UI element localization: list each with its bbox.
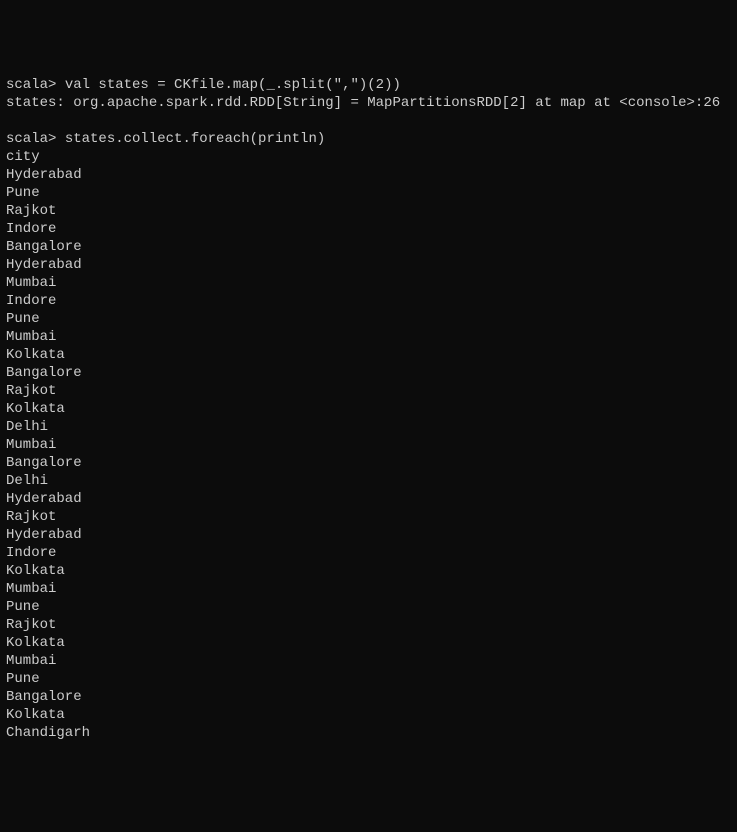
output-text: Rajkot [6, 203, 56, 219]
terminal-line-14: Mumbai [6, 328, 731, 346]
output-text: Mumbai [6, 329, 56, 345]
terminal-output[interactable]: scala> val states = CKfile.map(_.split("… [6, 76, 731, 742]
output-text: Rajkot [6, 383, 56, 399]
output-text: Indore [6, 293, 56, 309]
output-text: Chandigarh [6, 725, 90, 741]
terminal-line-23: Hyderabad [6, 490, 731, 508]
terminal-line-17: Rajkot [6, 382, 731, 400]
terminal-line-34: Bangalore [6, 688, 731, 706]
output-text: Kolkata [6, 635, 65, 651]
output-text: Kolkata [6, 563, 65, 579]
terminal-line-32: Mumbai [6, 652, 731, 670]
terminal-line-28: Mumbai [6, 580, 731, 598]
terminal-line-27: Kolkata [6, 562, 731, 580]
output-text: Indore [6, 545, 56, 561]
output-text: Hyderabad [6, 257, 82, 273]
terminal-line-6: Pune [6, 184, 731, 202]
terminal-line-35: Kolkata [6, 706, 731, 724]
scala-prompt: scala> [6, 77, 56, 93]
scala-prompt: scala> [6, 131, 56, 147]
output-text: Indore [6, 221, 56, 237]
output-text: Hyderabad [6, 491, 82, 507]
terminal-line-10: Hyderabad [6, 256, 731, 274]
terminal-line-12: Indore [6, 292, 731, 310]
command-text: states.collect.foreach(println) [56, 131, 325, 147]
terminal-line-15: Kolkata [6, 346, 731, 364]
output-text: Mumbai [6, 275, 56, 291]
terminal-line-31: Kolkata [6, 634, 731, 652]
terminal-line-33: Pune [6, 670, 731, 688]
output-text: Bangalore [6, 455, 82, 471]
output-text: city [6, 149, 40, 165]
output-text: Delhi [6, 419, 48, 435]
terminal-line-0: scala> val states = CKfile.map(_.split("… [6, 76, 731, 94]
output-text: Hyderabad [6, 167, 82, 183]
output-text: Bangalore [6, 239, 82, 255]
output-text: Mumbai [6, 437, 56, 453]
output-text: Mumbai [6, 653, 56, 669]
terminal-line-36: Chandigarh [6, 724, 731, 742]
output-text: Rajkot [6, 617, 56, 633]
terminal-line-25: Hyderabad [6, 526, 731, 544]
terminal-line-20: Mumbai [6, 436, 731, 454]
terminal-line-9: Bangalore [6, 238, 731, 256]
output-text: Kolkata [6, 707, 65, 723]
output-text: Bangalore [6, 689, 82, 705]
terminal-line-13: Pune [6, 310, 731, 328]
terminal-line-21: Bangalore [6, 454, 731, 472]
terminal-line-30: Rajkot [6, 616, 731, 634]
terminal-line-4: city [6, 148, 731, 166]
terminal-line-8: Indore [6, 220, 731, 238]
terminal-line-7: Rajkot [6, 202, 731, 220]
output-text: Pune [6, 671, 40, 687]
output-text: Pune [6, 599, 40, 615]
output-text: Hyderabad [6, 527, 82, 543]
terminal-line-24: Rajkot [6, 508, 731, 526]
output-text: Kolkata [6, 401, 65, 417]
terminal-line-26: Indore [6, 544, 731, 562]
terminal-line-29: Pune [6, 598, 731, 616]
output-text: Pune [6, 185, 40, 201]
output-text: Delhi [6, 473, 48, 489]
output-text: Pune [6, 311, 40, 327]
output-text: Bangalore [6, 365, 82, 381]
terminal-line-16: Bangalore [6, 364, 731, 382]
terminal-line-19: Delhi [6, 418, 731, 436]
terminal-line-2 [6, 112, 731, 130]
terminal-line-11: Mumbai [6, 274, 731, 292]
command-text: val states = CKfile.map(_.split(",")(2)) [56, 77, 400, 93]
terminal-line-5: Hyderabad [6, 166, 731, 184]
terminal-line-1: states: org.apache.spark.rdd.RDD[String]… [6, 94, 731, 112]
output-text: Kolkata [6, 347, 65, 363]
terminal-line-3: scala> states.collect.foreach(println) [6, 130, 731, 148]
output-text: Mumbai [6, 581, 56, 597]
terminal-line-18: Kolkata [6, 400, 731, 418]
result-text: states: org.apache.spark.rdd.RDD[String]… [6, 95, 720, 111]
terminal-line-22: Delhi [6, 472, 731, 490]
output-text: Rajkot [6, 509, 56, 525]
